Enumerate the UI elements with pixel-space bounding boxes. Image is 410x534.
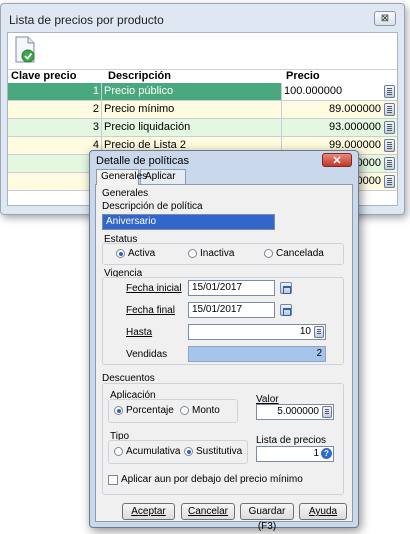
cell-precio: 100.000000	[284, 85, 343, 97]
cell-descripcion: Precio liquidación	[102, 119, 282, 136]
radio-dot	[264, 249, 273, 258]
estatus-activa-radio[interactable]: Activa	[116, 248, 155, 259]
ayuda-button[interactable]: Ayuda	[299, 503, 347, 520]
cell-precio: 89.000000	[329, 103, 381, 115]
tipo-acumulativa-radio[interactable]: Acumulativa	[114, 446, 180, 457]
radio-label: Cancelada	[276, 248, 324, 259]
column-header-clave[interactable]: Clave precio	[11, 70, 76, 82]
lista-precios-label: Lista de precios	[256, 435, 327, 446]
policy-detail-dialog: Detalle de políticas ✕ Generales Aplicar…	[89, 150, 359, 532]
window-close-button[interactable]: ⊠	[374, 11, 396, 26]
table-row[interactable]: 3 Precio liquidación 93.000000	[8, 119, 397, 137]
cell-descripcion: Precio público	[102, 83, 282, 100]
radio-dot	[114, 406, 123, 415]
cell-precio-editor: 93.000000	[282, 119, 397, 136]
tipo-sustitutiva-radio[interactable]: Sustitutiva	[184, 446, 242, 457]
checkbox-label: Aplicar aun por debajo del precio mínimo	[121, 474, 303, 485]
calculator-icon[interactable]	[314, 326, 324, 338]
estatus-inactiva-radio[interactable]: Inactiva	[188, 248, 234, 259]
estatus-cancelada-radio[interactable]: Cancelada	[264, 248, 324, 259]
dialog-close-button[interactable]: ✕	[322, 153, 352, 167]
aceptar-button[interactable]: Aceptar	[122, 503, 175, 520]
calculator-icon[interactable]	[384, 139, 395, 152]
cell-precio-editor[interactable]: 100.000000	[282, 83, 397, 100]
fecha-final-input[interactable]: 15/01/2017	[188, 302, 275, 318]
column-header-precio[interactable]: Precio	[286, 70, 320, 82]
window-title: Lista de precios por producto	[9, 13, 164, 27]
radio-label: Monto	[192, 405, 220, 416]
grid-header: Clave precio Descripción Precio	[8, 69, 397, 83]
dialog-title: Detalle de políticas	[96, 155, 189, 167]
radio-dot	[188, 249, 197, 258]
aplicacion-monto-radio[interactable]: Monto	[180, 405, 220, 416]
cell-clave	[8, 155, 102, 172]
fecha-final-label: Fecha final	[126, 305, 175, 316]
radio-label: Acumulativa	[126, 446, 181, 457]
calculator-icon[interactable]	[384, 121, 395, 134]
close-icon: ⊠	[380, 13, 390, 24]
calendar-icon[interactable]	[280, 282, 292, 294]
cell-clave: 4	[8, 137, 102, 154]
calculator-icon[interactable]	[384, 175, 395, 188]
calculator-icon[interactable]	[384, 157, 395, 170]
radio-dot	[184, 447, 193, 456]
table-row[interactable]: 1 Precio público 100.000000	[8, 83, 397, 101]
radio-label: Porcentaje	[126, 405, 174, 416]
cancelar-button[interactable]: Cancelar	[181, 503, 235, 520]
table-row[interactable]: 2 Precio mínimo 89.000000	[8, 101, 397, 119]
fecha-inicial-label: Fecha inicial	[126, 283, 182, 294]
button-label: Guardar (F3)	[248, 506, 286, 532]
button-label: Ayuda	[308, 506, 338, 517]
generales-panel: Generales Descripción de política Aniver…	[95, 184, 353, 532]
hasta-input[interactable]: 10	[188, 324, 326, 340]
close-icon: ✕	[332, 154, 342, 167]
descripcion-politica-input[interactable]: Aniversario	[102, 214, 275, 230]
cell-descripcion: Precio mínimo	[102, 101, 282, 118]
radio-dot	[180, 406, 189, 415]
aplicacion-porcentaje-radio[interactable]: Porcentaje	[114, 405, 174, 416]
cell-precio-editor: 89.000000	[282, 101, 397, 118]
vendidas-label: Vendidas	[126, 349, 168, 360]
cell-clave: 1	[8, 83, 102, 100]
cell-precio: 93.000000	[329, 121, 381, 133]
cell-clave: 2	[8, 101, 102, 118]
column-header-descripcion[interactable]: Descripción	[108, 70, 171, 82]
radio-label: Activa	[128, 248, 156, 259]
button-label: Cancelar	[187, 506, 229, 517]
cell-clave	[8, 173, 102, 190]
radio-dot	[116, 249, 125, 258]
calculator-icon[interactable]	[384, 103, 395, 116]
cell-clave: 3	[8, 119, 102, 136]
descripcion-politica-label: Descripción de política	[102, 201, 203, 212]
guardar-button[interactable]: Guardar (F3)	[240, 503, 294, 532]
toolbar	[8, 33, 397, 69]
aplicar-debajo-minimo-checkbox[interactable]: Aplicar aun por debajo del precio mínimo	[108, 474, 303, 485]
radio-dot	[114, 447, 123, 456]
radio-label: Sustitutiva	[196, 446, 243, 457]
calendar-icon[interactable]	[280, 304, 292, 316]
checkbox-box	[108, 474, 118, 485]
fecha-inicial-input[interactable]: 15/01/2017	[188, 280, 275, 296]
calculator-icon[interactable]	[322, 406, 332, 418]
generales-section-label: Generales	[102, 188, 149, 199]
radio-label: Inactiva	[200, 248, 235, 259]
button-label: Aceptar	[131, 506, 166, 517]
tab-generales[interactable]: Generales	[96, 169, 147, 185]
vendidas-value: 2	[188, 346, 326, 362]
hasta-label: Hasta	[126, 327, 153, 338]
lookup-icon[interactable]: ?	[321, 448, 332, 459]
calculator-icon[interactable]	[384, 85, 395, 98]
document-check-icon[interactable]	[13, 36, 37, 64]
